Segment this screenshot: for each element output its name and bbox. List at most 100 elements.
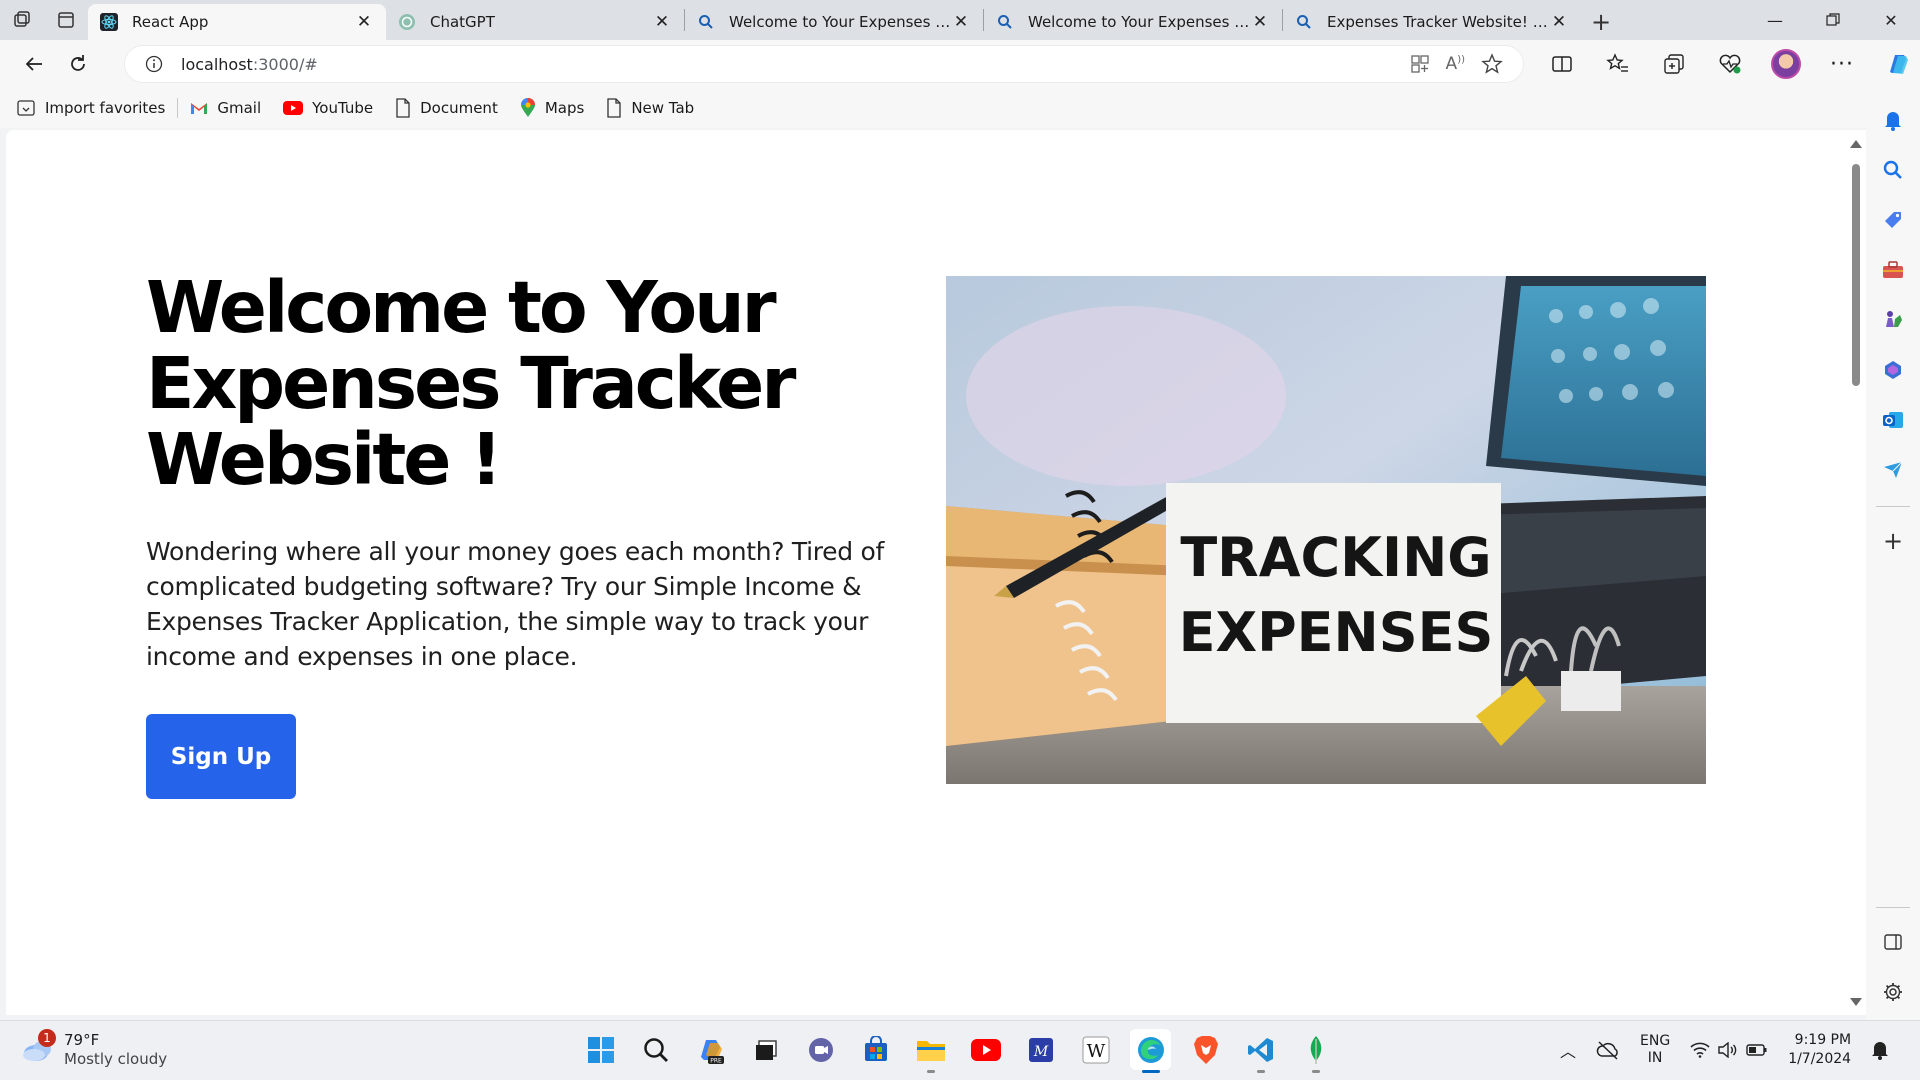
favorite-star-icon[interactable]: [1481, 53, 1503, 75]
sidebar-outlook[interactable]: [1875, 402, 1911, 438]
favorite-maps[interactable]: Maps: [520, 98, 584, 118]
minimize-button[interactable]: —: [1746, 0, 1804, 40]
sidebar-add[interactable]: +: [1875, 523, 1911, 559]
taskbar-task-view[interactable]: [745, 1029, 786, 1070]
search-icon: [996, 13, 1014, 31]
sidebar-tools[interactable]: [1875, 252, 1911, 288]
favorite-gmail[interactable]: Gmail: [190, 99, 261, 117]
profile-button[interactable]: [1764, 46, 1808, 82]
taskbar-brave[interactable]: [1185, 1029, 1226, 1070]
taskbar-file-explorer[interactable]: [910, 1029, 951, 1073]
scroll-down-icon[interactable]: [1850, 998, 1862, 1006]
weather-text: 79°F Mostly cloudy: [64, 1031, 167, 1069]
refresh-button[interactable]: [56, 46, 100, 82]
favorite-label: New Tab: [631, 99, 695, 117]
close-icon[interactable]: ✕: [652, 12, 672, 32]
taskbar-search[interactable]: [635, 1029, 676, 1070]
window-controls: — ✕: [1746, 0, 1920, 40]
store-icon: [864, 1035, 887, 1061]
taskbar-mongodb[interactable]: [1295, 1029, 1336, 1073]
taskbar-math-app[interactable]: M: [1020, 1029, 1061, 1070]
onedrive-offline-icon[interactable]: [1596, 1040, 1620, 1060]
taskbar-copilot[interactable]: PRE: [690, 1029, 731, 1070]
language-line2: IN: [1647, 1050, 1663, 1066]
document-icon: [396, 98, 410, 118]
page-scrollbar[interactable]: [1850, 138, 1862, 1008]
sidebar-hide[interactable]: [1875, 924, 1911, 960]
meet-video-icon: [808, 1037, 833, 1062]
notification-badge: 1: [38, 1029, 56, 1047]
taskbar-teams[interactable]: [800, 1029, 841, 1070]
close-icon[interactable]: ✕: [1250, 12, 1270, 32]
quick-settings[interactable]: [1690, 1042, 1768, 1058]
settings-more-button[interactable]: ···: [1820, 46, 1864, 82]
split-screen-icon: [1552, 56, 1572, 72]
workspaces-button[interactable]: [0, 0, 44, 40]
favorite-import[interactable]: Import favorites: [16, 98, 165, 118]
svg-text:W: W: [1086, 1041, 1105, 1062]
tab-search-2[interactable]: Welcome to Your Expenses Tracke ✕: [984, 4, 1282, 40]
browser-essentials-button[interactable]: [1708, 46, 1752, 82]
tab-search-3[interactable]: Expenses Tracker Website! blue c ✕: [1283, 4, 1581, 40]
info-icon[interactable]: [145, 55, 163, 73]
read-aloud-icon[interactable]: A)): [1446, 54, 1465, 74]
copilot-button[interactable]: [1876, 46, 1920, 82]
sidebar-settings[interactable]: [1875, 974, 1911, 1010]
sidebar-notifications[interactable]: [1875, 102, 1911, 138]
sidebar-microsoft365[interactable]: [1875, 352, 1911, 388]
clock[interactable]: 9:19 PM 1/7/2024: [1788, 1031, 1851, 1069]
tab-title: Expenses Tracker Website! blue c: [1327, 13, 1549, 31]
sidebar-shopping[interactable]: [1875, 202, 1911, 238]
edge-sidebar: +: [1866, 88, 1920, 1020]
close-icon[interactable]: ✕: [951, 12, 971, 32]
chatgpt-icon: [398, 13, 416, 31]
bell-icon[interactable]: [1871, 1040, 1889, 1060]
favorites-button[interactable]: [1596, 46, 1640, 82]
restore-button[interactable]: [1804, 0, 1862, 40]
import-icon: [17, 100, 35, 116]
language-indicator[interactable]: ENG IN: [1640, 1033, 1670, 1067]
search-icon: [1883, 160, 1902, 179]
split-screen-button[interactable]: [1540, 46, 1584, 82]
sidebar-drop[interactable]: [1875, 452, 1911, 488]
close-icon[interactable]: ✕: [354, 12, 374, 32]
app-available-icon[interactable]: [1410, 54, 1430, 74]
language-line1: ENG: [1640, 1033, 1671, 1049]
copilot-preview-icon: PRE: [700, 1039, 724, 1064]
address-bar[interactable]: localhost:3000/# A)): [124, 45, 1524, 83]
tab-actions-button[interactable]: [44, 0, 88, 40]
scroll-up-icon[interactable]: [1850, 140, 1862, 148]
start-button[interactable]: [580, 1029, 621, 1070]
chevron-up-icon[interactable]: ︿: [1560, 1038, 1576, 1062]
weather-widget[interactable]: 1 79°F Mostly cloudy: [20, 1029, 167, 1069]
hero-section: Welcome to Your Expenses Tracker Website…: [146, 270, 906, 799]
url-text[interactable]: localhost:3000/#: [181, 55, 318, 74]
collections-button[interactable]: [1652, 46, 1696, 82]
sign-up-button[interactable]: Sign Up: [146, 714, 296, 799]
taskbar-store[interactable]: [855, 1029, 896, 1070]
mongodb-leaf-icon: [1310, 1035, 1321, 1064]
new-tab-button[interactable]: +: [1581, 4, 1621, 40]
favorite-youtube[interactable]: YouTube: [283, 99, 373, 117]
taskbar-vscode[interactable]: [1240, 1029, 1281, 1073]
sidebar-search[interactable]: [1875, 152, 1911, 188]
scroll-thumb[interactable]: [1852, 164, 1860, 386]
back-button[interactable]: [12, 46, 56, 82]
favorite-new-tab[interactable]: New Tab: [606, 98, 694, 118]
favorite-document[interactable]: Document: [395, 98, 498, 118]
tab-chatgpt[interactable]: ChatGPT ✕: [386, 4, 684, 40]
tab-search-1[interactable]: Welcome to Your Expenses Tracke ✕: [685, 4, 983, 40]
taskbar-edge[interactable]: [1130, 1029, 1171, 1073]
tab-react-app[interactable]: React App ✕: [88, 4, 386, 40]
taskbar-youtube[interactable]: [965, 1029, 1006, 1070]
shopping-tag-icon: [1885, 212, 1901, 228]
close-icon[interactable]: ✕: [1549, 12, 1569, 32]
close-window-button[interactable]: ✕: [1862, 0, 1920, 40]
gear-icon: [1884, 983, 1902, 1001]
sidebar-games[interactable]: [1875, 302, 1911, 338]
card-line-2: EXPENSES: [1179, 601, 1494, 664]
brave-lion-icon: [1193, 1035, 1218, 1064]
taskbar-wikipedia[interactable]: W: [1075, 1029, 1116, 1070]
tracking-expenses-photo: TRACKING EXPENSES: [946, 276, 1706, 784]
minimize-icon: —: [1767, 10, 1783, 30]
